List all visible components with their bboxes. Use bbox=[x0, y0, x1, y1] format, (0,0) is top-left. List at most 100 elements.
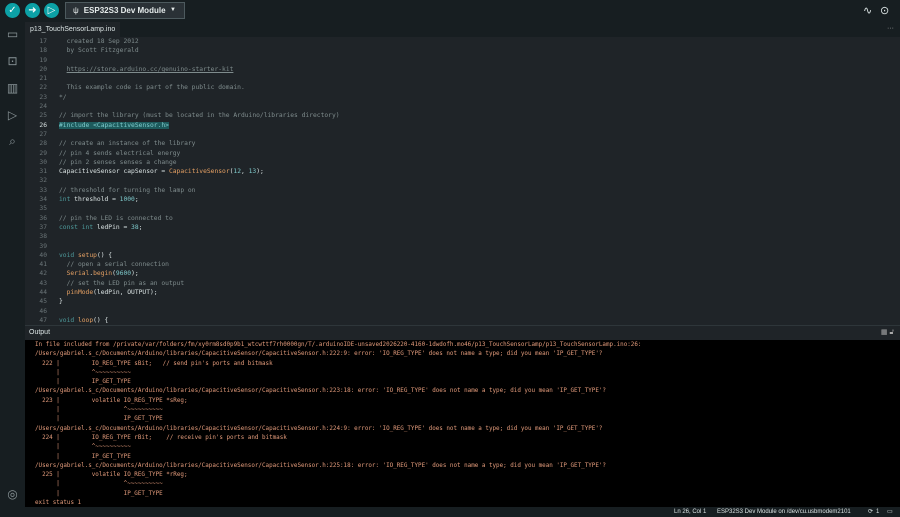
code-token: Serial bbox=[66, 270, 90, 278]
board-name: ESP32S3 Dev Module bbox=[83, 6, 166, 15]
output-line: | ^~~~~~~~~~~ bbox=[35, 444, 131, 451]
arrow-right-icon: ➜ bbox=[28, 5, 37, 16]
output-line: 222 | IO_REG_TYPE sBit; // send pin's po… bbox=[35, 360, 273, 367]
code-line: 23 */ bbox=[25, 93, 900, 102]
bell-icon[interactable]: ⟳ bbox=[868, 507, 873, 517]
line-number: 44 bbox=[39, 289, 47, 297]
code-token: () { bbox=[93, 316, 109, 323]
monitor-icon[interactable]: ⊙ bbox=[880, 4, 889, 17]
line-number: 24 bbox=[39, 103, 47, 111]
code-token: const int bbox=[59, 223, 94, 231]
output-line: /Users/gabriel.s_c/Documents/Arduino/lib… bbox=[35, 462, 606, 469]
line-number: 38 bbox=[39, 233, 47, 241]
code-token: // pin 4 sends electrical energy bbox=[59, 149, 181, 157]
line-number: 27 bbox=[39, 130, 47, 138]
code-line: 47 void loop() { bbox=[25, 316, 900, 323]
toolbar: ✓ ➜ ▷ ψ ESP32S3 Dev Module ▼ ∿ ⊙ bbox=[0, 0, 900, 22]
output-line: exit status 1 bbox=[35, 500, 82, 507]
code-token: https://store.arduino.cc/genuino-starter… bbox=[66, 65, 234, 73]
code-line: 18 by Scott Fitzgerald bbox=[25, 46, 900, 55]
verify-button[interactable]: ✓ bbox=[5, 3, 20, 18]
code-token: pinMode bbox=[66, 289, 94, 297]
output-line: 224 | IO_REG_TYPE rBit; // receive pin's… bbox=[35, 434, 287, 441]
code-token: ; bbox=[138, 223, 143, 231]
output-line: | IP_GET_TYPE bbox=[35, 416, 163, 423]
code-line: 33 // threshold for turning the lamp on bbox=[25, 186, 900, 195]
line-number: 26 bbox=[39, 121, 47, 129]
board-port[interactable]: ESP32S3 Dev Module on /dev/cu.usbmodem21… bbox=[717, 507, 851, 517]
folder-icon[interactable]: ▭ bbox=[5, 27, 20, 41]
line-number: 39 bbox=[39, 242, 47, 250]
upload-button[interactable]: ➜ bbox=[25, 3, 40, 18]
code-line: 32 bbox=[25, 176, 900, 185]
output-line: /Users/gabriel.s_c/Documents/Arduino/lib… bbox=[35, 425, 603, 432]
code-token: This example code is part of the public … bbox=[59, 84, 245, 92]
board-manager-icon[interactable]: ⊡ bbox=[5, 54, 20, 68]
code-line: 27 bbox=[25, 130, 900, 139]
line-number: 28 bbox=[39, 140, 47, 148]
code-line: 17 created 18 Sep 2012 bbox=[25, 37, 900, 46]
code-line: 22 This example code is part of the publ… bbox=[25, 83, 900, 92]
line-number: 34 bbox=[39, 196, 47, 204]
lock-icon[interactable]: 🔓︎ bbox=[889, 329, 894, 336]
code-line: 41 // open a serial connection bbox=[25, 260, 900, 269]
code-token: // set the LED pin as an output bbox=[59, 279, 185, 287]
line-number: 29 bbox=[39, 149, 47, 157]
code-token: // pin the LED is connected to bbox=[59, 214, 173, 222]
line-number: 36 bbox=[39, 214, 47, 222]
line-number: 30 bbox=[39, 158, 47, 166]
debug-button[interactable]: ▷ bbox=[44, 3, 59, 18]
user-icon[interactable]: ◎ bbox=[5, 487, 20, 501]
code-token: // threshold for turning the lamp on bbox=[59, 186, 196, 194]
code-line: 31 CapacitiveSensor capSensor = Capacitiv… bbox=[25, 167, 900, 176]
line-number: 23 bbox=[39, 93, 47, 101]
panel-toggle-icon[interactable]: ▭ bbox=[887, 507, 893, 517]
board-selector[interactable]: ψ ESP32S3 Dev Module ▼ bbox=[65, 2, 185, 19]
line-number: 42 bbox=[39, 270, 47, 278]
output-line: In file included from /private/var/folde… bbox=[35, 342, 642, 348]
code-token: ); bbox=[256, 168, 264, 176]
debug-icon[interactable]: ▷ bbox=[5, 108, 20, 122]
cursor-position[interactable]: Ln 26, Col 1 bbox=[674, 507, 706, 517]
tab-sketch-file[interactable]: p13_TouchSensorLamp.ino bbox=[25, 22, 121, 37]
code-token: // open a serial connection bbox=[59, 261, 169, 269]
line-number: 20 bbox=[39, 65, 47, 73]
code-line: 21 bbox=[25, 74, 900, 83]
clear-output-icon[interactable]: ▦ bbox=[881, 329, 888, 336]
line-number: 43 bbox=[39, 279, 47, 287]
search-icon[interactable]: ⌕ bbox=[5, 134, 20, 148]
debug-icon: ▷ bbox=[47, 5, 56, 16]
line-number: 22 bbox=[39, 84, 47, 92]
code-line: 39 bbox=[25, 242, 900, 251]
code-token: 12 bbox=[233, 168, 242, 176]
code-line: 24 bbox=[25, 102, 900, 111]
output-console[interactable]: In file included from /private/var/folde… bbox=[25, 340, 900, 507]
output-line: | IP_GET_TYPE bbox=[35, 379, 131, 386]
usb-icon: ψ bbox=[73, 6, 79, 15]
code-line: 40 void setup() { bbox=[25, 251, 900, 260]
code-line: 42 Serial.begin(9600); bbox=[25, 269, 900, 278]
code-line: 34 int threshold = 1000; bbox=[25, 195, 900, 204]
code-line: 25 // import the library (must be located… bbox=[25, 111, 900, 120]
code-token: } bbox=[59, 298, 63, 306]
tab-bar: p13_TouchSensorLamp.ino ··· bbox=[25, 22, 900, 37]
line-number: 31 bbox=[39, 168, 47, 176]
more-icon[interactable]: ··· bbox=[887, 22, 894, 35]
code-token: (ledPin, OUTPUT); bbox=[93, 289, 158, 297]
line-number: 37 bbox=[39, 223, 47, 231]
code-token: 9600 bbox=[115, 270, 132, 278]
code-editor[interactable]: 17 created 18 Sep 2012 18 by Scott Fitzge… bbox=[25, 37, 900, 323]
code-token: loop bbox=[77, 316, 94, 323]
code-token: void bbox=[59, 251, 75, 259]
plotter-icon[interactable]: ∿ bbox=[863, 4, 872, 17]
line-number: 35 bbox=[39, 205, 47, 213]
output-line: /Users/gabriel.s_c/Documents/Arduino/lib… bbox=[35, 388, 606, 395]
code-token: ledPin = bbox=[93, 223, 132, 231]
output-line: | IP_GET_TYPE bbox=[35, 490, 163, 497]
library-icon[interactable]: ▥ bbox=[5, 81, 20, 95]
notification-count: 1 bbox=[876, 509, 880, 515]
code-line: 36 // pin the LED is connected to bbox=[25, 214, 900, 223]
